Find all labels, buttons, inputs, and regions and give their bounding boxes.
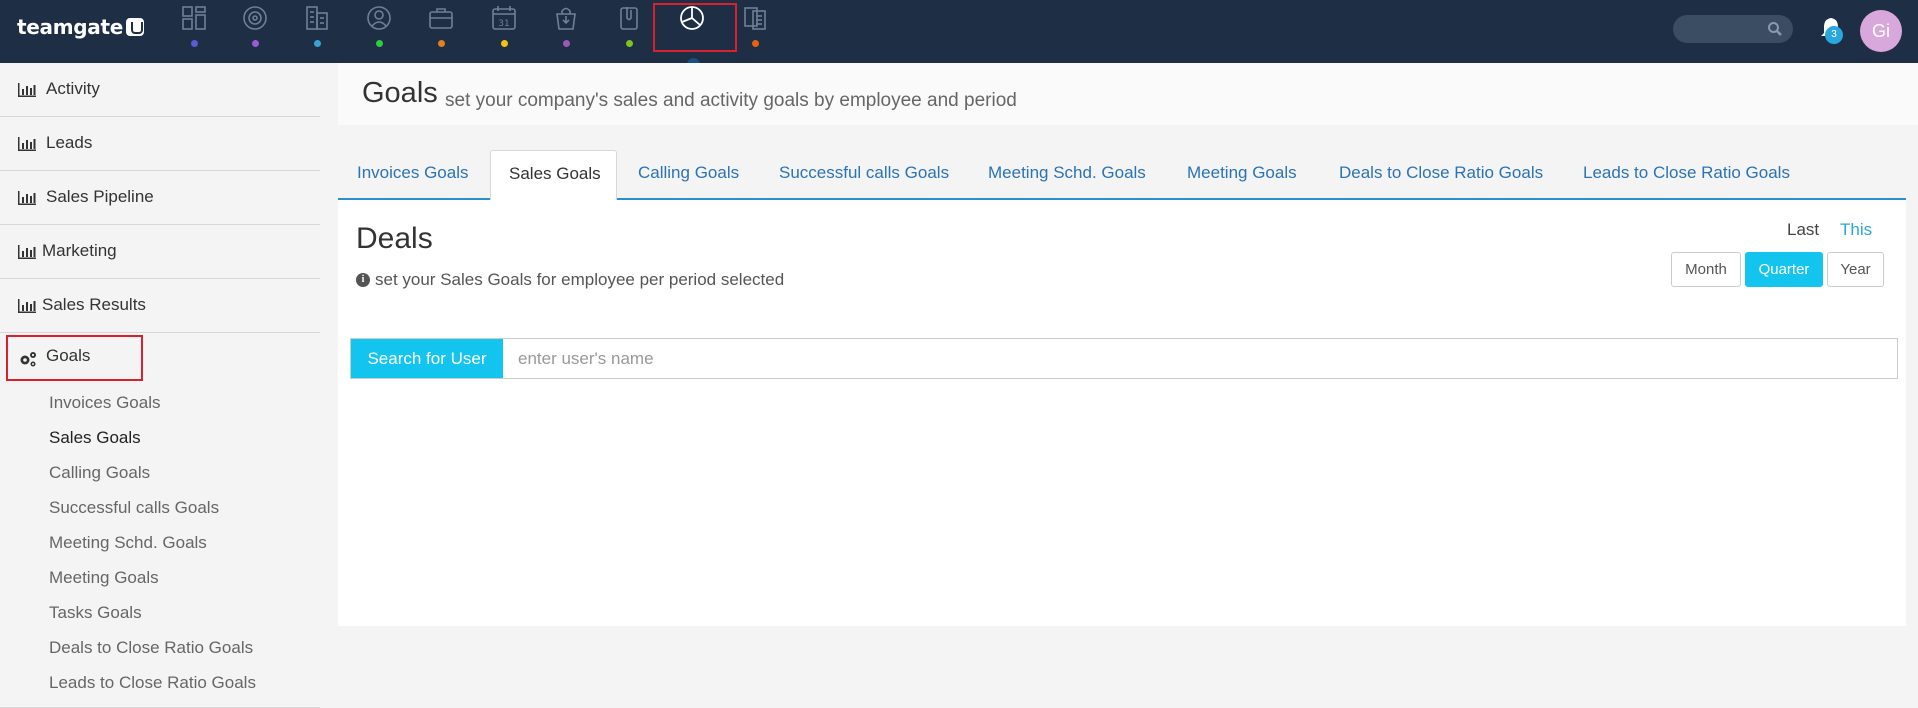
- tab-sales-goals[interactable]: Sales Goals: [490, 150, 617, 200]
- bar-chart-icon: [18, 299, 36, 313]
- logo-text: teamgate: [17, 15, 123, 39]
- sidebar: Activity Leads Sales Pipeline Marketing …: [0, 63, 320, 708]
- nav-files[interactable]: [607, 2, 651, 50]
- page-title: Goals: [362, 77, 438, 109]
- tab-meeting-goals[interactable]: Meeting Goals: [1187, 163, 1297, 183]
- page-subtitle: set your company's sales and activity go…: [445, 90, 1017, 111]
- nav-dot: [563, 40, 570, 47]
- nav-dot: [252, 40, 259, 47]
- nav-dot: [752, 40, 759, 47]
- bar-chart-icon: [18, 137, 36, 151]
- nav-dot: [501, 40, 508, 47]
- bar-chart-icon: [18, 245, 36, 259]
- user-avatar[interactable]: Gi: [1860, 10, 1902, 52]
- bar-chart-icon: [18, 191, 36, 205]
- period-month-button[interactable]: Month: [1671, 252, 1741, 287]
- tab-sales-goals-label: Sales Goals: [509, 164, 601, 183]
- goals-panel: Deals i set your Sales Goals for employe…: [338, 200, 1906, 626]
- sidebar-subitem-successful-calls-goals[interactable]: Successful calls Goals: [49, 498, 219, 518]
- tab-successful-calls-goals[interactable]: Successful calls Goals: [779, 163, 949, 183]
- calendar-day: 31: [498, 19, 509, 29]
- search-for-user-button[interactable]: Search for User: [351, 339, 503, 378]
- bar-chart-icon: [18, 83, 36, 97]
- tab-invoices-goals[interactable]: Invoices Goals: [357, 163, 469, 183]
- panel-title: Deals: [356, 222, 433, 255]
- period-year-button[interactable]: Year: [1827, 252, 1884, 287]
- nav-dashboard[interactable]: [172, 2, 216, 50]
- sidebar-item-label: Leads: [46, 133, 93, 152]
- buildings-icon: [306, 6, 328, 30]
- nav-dot: [376, 40, 383, 47]
- nav-dot: [314, 40, 321, 47]
- contacts-icon: [367, 6, 391, 30]
- nav-contacts[interactable]: [357, 2, 401, 50]
- shopping-bag-icon: [556, 7, 576, 30]
- sidebar-item-leads[interactable]: Leads: [0, 117, 320, 171]
- sidebar-subitem-meeting-schd-goals[interactable]: Meeting Schd. Goals: [49, 533, 207, 553]
- sidebar-subitem-sales-goals[interactable]: Sales Goals: [49, 428, 141, 448]
- sidebar-item-marketing[interactable]: Marketing: [0, 225, 320, 279]
- nav-calendar[interactable]: 31: [482, 2, 526, 50]
- page-header: Goals set your company's sales and activ…: [338, 63, 1918, 125]
- sidebar-subitem-deals-to-close-ratio-goals[interactable]: Deals to Close Ratio Goals: [49, 638, 253, 658]
- sidebar-item-label: Sales Results: [42, 295, 146, 314]
- goals-highlight-box: [6, 335, 143, 381]
- nav-dot: [626, 40, 633, 47]
- tab-meeting-schd-goals[interactable]: Meeting Schd. Goals: [988, 163, 1146, 183]
- sidebar-item-label: Activity: [46, 79, 100, 98]
- panel-hint-text: set your Sales Goals for employee per pe…: [375, 270, 785, 289]
- nav-dot: [191, 40, 198, 47]
- sidebar-item-activity[interactable]: Activity: [0, 63, 320, 117]
- nav-companies[interactable]: [295, 2, 339, 50]
- nav-products[interactable]: [544, 2, 588, 50]
- calendar-icon: 31: [492, 6, 516, 30]
- search-icon: [1768, 22, 1782, 36]
- sidebar-subitem-calling-goals[interactable]: Calling Goals: [49, 463, 150, 483]
- nav-documents[interactable]: [733, 2, 777, 50]
- period-quarter-button[interactable]: Quarter: [1745, 252, 1823, 287]
- sidebar-subitem-meeting-goals[interactable]: Meeting Goals: [49, 568, 159, 588]
- target-icon: [243, 6, 267, 30]
- user-search-group: Search for User: [350, 338, 1898, 379]
- notifications-count-badge: 3: [1825, 26, 1843, 44]
- tab-calling-goals[interactable]: Calling Goals: [638, 163, 739, 183]
- period-this-link[interactable]: This: [1840, 220, 1872, 240]
- info-icon: i: [356, 273, 370, 287]
- sidebar-subitem-leads-to-close-ratio-goals[interactable]: Leads to Close Ratio Goals: [49, 673, 256, 693]
- teamgate-logo[interactable]: teamgate: [17, 15, 144, 39]
- attachment-icon: [620, 7, 638, 30]
- sidebar-item-label: Sales Pipeline: [46, 187, 154, 206]
- user-name-input[interactable]: [503, 339, 1897, 378]
- sidebar-subitem-tasks-goals[interactable]: Tasks Goals: [49, 603, 142, 623]
- nav-deals[interactable]: [419, 2, 463, 50]
- tab-leads-to-close-ratio-goals[interactable]: Leads to Close Ratio Goals: [1583, 163, 1790, 183]
- panel-hint: i set your Sales Goals for employee per …: [356, 270, 784, 290]
- sidebar-item-label: Marketing: [42, 241, 117, 260]
- sidebar-item-sales-results[interactable]: Sales Results: [0, 279, 320, 333]
- period-last-link[interactable]: Last: [1787, 220, 1819, 240]
- tab-deals-to-close-ratio-goals[interactable]: Deals to Close Ratio Goals: [1339, 163, 1543, 183]
- top-navigation-bar: teamgate 31 3 Gi: [0, 0, 1918, 63]
- logo-badge-icon: [126, 18, 144, 36]
- documents-icon: [744, 7, 766, 30]
- nav-dot: [438, 40, 445, 47]
- sidebar-item-sales-pipeline[interactable]: Sales Pipeline: [0, 171, 320, 225]
- global-search[interactable]: [1673, 15, 1793, 43]
- active-nav-highlight: [653, 3, 737, 52]
- dashboard-icon: [182, 6, 206, 30]
- nav-target[interactable]: [233, 2, 277, 50]
- briefcase-icon: [429, 8, 453, 29]
- sidebar-subitem-invoices-goals[interactable]: Invoices Goals: [49, 393, 161, 413]
